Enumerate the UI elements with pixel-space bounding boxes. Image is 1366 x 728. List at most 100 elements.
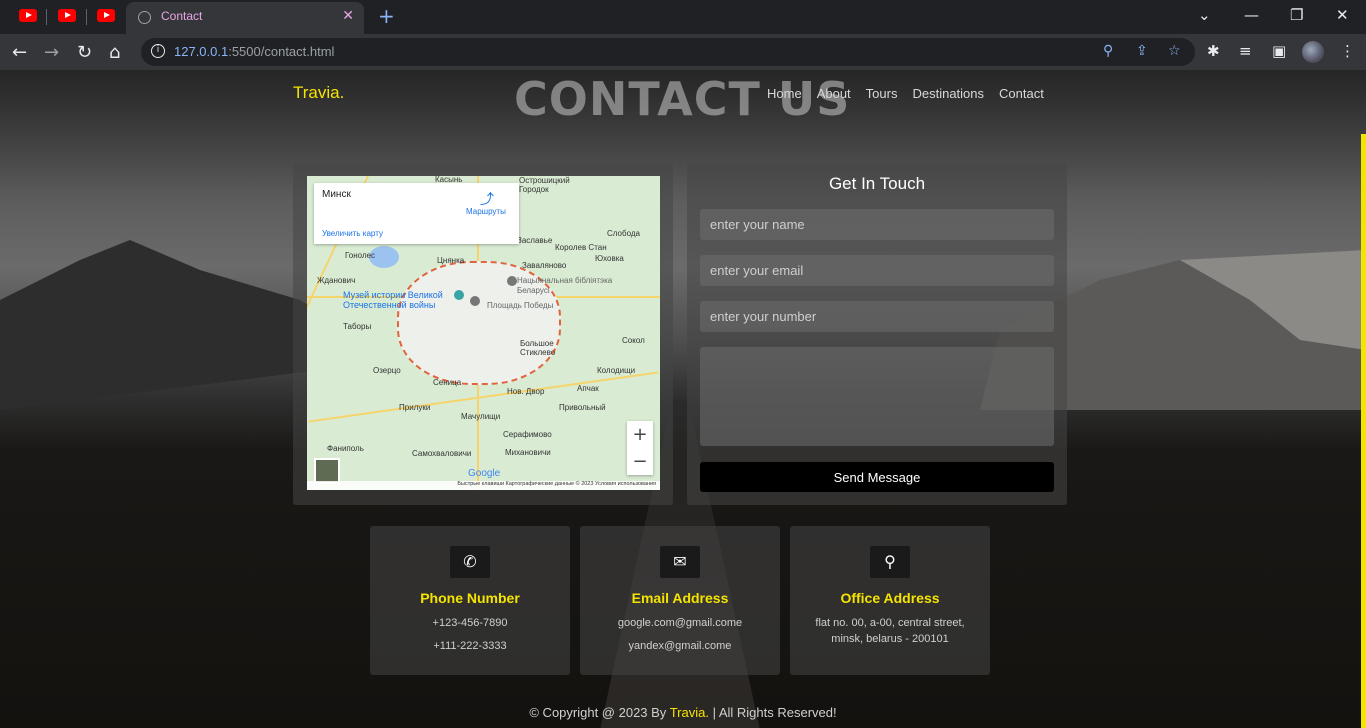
site-logo[interactable]: Travia. <box>293 83 344 103</box>
map-label: Сокол <box>622 336 645 345</box>
youtube-tab-icon[interactable] <box>58 9 76 22</box>
library-pin-icon[interactable] <box>507 276 517 286</box>
name-input[interactable] <box>700 209 1054 240</box>
map-label: Таборы <box>343 322 372 331</box>
close-window-icon[interactable]: ✕ <box>1336 6 1349 24</box>
map-label: Цнянка <box>437 256 465 265</box>
address-bar[interactable]: i 127.0.0.1:5500/contact.html ⚲ ⇪ ☆ <box>141 38 1195 66</box>
map-footer[interactable]: Быстрые клавиши Картографические данные … <box>307 481 660 490</box>
footer-copyright: © Copyright @ 2023 By <box>529 705 667 720</box>
message-textarea[interactable] <box>700 347 1054 446</box>
close-tab-icon[interactable]: ✕ <box>342 8 354 24</box>
restore-icon[interactable]: ❐ <box>1290 6 1303 24</box>
office-address-line-2: minsk, belarus - 200101 <box>831 633 949 645</box>
menu-icon[interactable]: ⋮ <box>1340 42 1355 60</box>
form-title: Get In Touch <box>828 174 926 193</box>
map-pin-icon: ⚲ <box>870 546 910 578</box>
page-viewport: CONTACT US Travia. Home About Tours Dest… <box>0 70 1366 728</box>
map-label: Озерцо <box>373 366 401 375</box>
map-label: Заваляново <box>522 261 567 270</box>
browser-toolbar: ← → ↻ ⌂ i 127.0.0.1:5500/contact.html ⚲ … <box>0 34 1366 70</box>
page-scrollbar[interactable] <box>1361 134 1366 728</box>
tab-title: Contact <box>161 9 203 23</box>
email-title: Email Address <box>631 590 729 606</box>
side-panel-icon[interactable]: ▣ <box>1272 42 1286 60</box>
tab-separator <box>46 9 47 25</box>
map-label: Сеница <box>433 378 462 387</box>
home-icon[interactable]: ⌂ <box>109 42 120 63</box>
site-info-icon[interactable]: i <box>151 44 165 58</box>
send-message-button[interactable]: Send Message <box>700 462 1054 492</box>
youtube-tab-icon[interactable] <box>19 9 37 22</box>
map-label: Колодищи <box>597 366 636 375</box>
number-input[interactable] <box>700 301 1054 332</box>
office-card: ⚲ Office Address flat no. 00, a-00, cent… <box>790 526 990 675</box>
email-card: ✉ Email Address google.com@gmail.come ya… <box>580 526 780 675</box>
museum-pin-icon[interactable] <box>454 290 464 300</box>
minimize-icon[interactable]: — <box>1244 6 1259 24</box>
reload-icon[interactable]: ↻ <box>77 42 92 63</box>
url-text[interactable]: 127.0.0.1:5500/contact.html <box>174 44 334 59</box>
map-card: Жданович Гонолес Цнянка Заславье Завалян… <box>293 163 673 505</box>
map-info-popup: Минск ⤴ Маршруты Увеличить карту <box>314 183 519 244</box>
embedded-map[interactable]: Жданович Гонолес Цнянка Заславье Завалян… <box>307 176 660 490</box>
nav-about[interactable]: About <box>817 86 851 101</box>
map-label: Музей истории Великой Отечественной войн… <box>343 290 443 310</box>
map-label: Нов. Двор <box>507 387 545 396</box>
phone-number-1[interactable]: +123-456-7890 <box>370 615 570 631</box>
email-input[interactable] <box>700 255 1054 286</box>
zoom-in-button[interactable]: + <box>627 421 653 448</box>
map-label: Гонолес <box>345 251 376 260</box>
tab-search-icon[interactable]: ⌄ <box>1198 6 1211 24</box>
share-icon[interactable]: ⇪ <box>1136 43 1148 59</box>
nav-home[interactable]: Home <box>767 86 802 101</box>
map-label: Нацыянальная бібліятэка Беларусі <box>517 276 613 295</box>
contact-form-card: Get In Touch Send Message <box>687 163 1067 505</box>
email-address-1[interactable]: google.com@gmail.come <box>580 615 780 631</box>
phone-icon: ✆ <box>450 546 490 578</box>
map-label: Жданович <box>317 276 356 285</box>
map-label: Фаниполь <box>327 444 364 453</box>
map-label: Юховка <box>595 254 624 263</box>
nav-contact[interactable]: Contact <box>999 86 1044 101</box>
zoom-out-button[interactable]: − <box>627 448 653 475</box>
office-title: Office Address <box>840 590 940 606</box>
enlarge-map-link[interactable]: Увеличить карту <box>322 229 383 238</box>
map-label: Слобода <box>607 229 640 238</box>
envelope-icon: ✉ <box>660 546 700 578</box>
phone-title: Phone Number <box>420 590 520 606</box>
new-tab-icon[interactable]: + <box>378 4 395 28</box>
phone-number-2[interactable]: +111-222-3333 <box>370 638 570 654</box>
footer-brand[interactable]: Travia. <box>670 705 709 720</box>
media-control-icon[interactable]: ≡ <box>1239 42 1252 60</box>
nav-tours[interactable]: Tours <box>866 86 898 101</box>
bookmark-star-icon[interactable]: ☆ <box>1168 43 1181 59</box>
office-address-line-1: flat no. 00, a-00, central street, <box>815 617 965 629</box>
map-label: Королев Стан <box>555 243 607 252</box>
map-label: Мачулищи <box>461 412 501 421</box>
main-nav: Home About Tours Destinations Contact <box>767 86 1044 101</box>
browser-tab-bar: Contact ✕ + ⌄ — ❐ ✕ <box>0 0 1366 34</box>
map-label: Самохваловичи <box>412 449 472 458</box>
forward-icon[interactable]: → <box>44 42 59 63</box>
map-label: Острошицкий Городок <box>519 176 570 194</box>
map-label: Заславье <box>517 236 553 245</box>
map-label: Прилуки <box>399 403 431 412</box>
globe-icon <box>138 11 151 24</box>
phone-card: ✆ Phone Number +123-456-7890 +111-222-33… <box>370 526 570 675</box>
email-address-2[interactable]: yandex@gmail.come <box>580 638 780 654</box>
tab-contact[interactable]: Contact ✕ <box>126 2 364 34</box>
youtube-tab-icon[interactable] <box>97 9 115 22</box>
back-icon[interactable]: ← <box>12 42 27 63</box>
directions-link[interactable]: Маршруты <box>466 207 506 216</box>
location-pin-icon[interactable] <box>470 296 480 306</box>
nav-destinations[interactable]: Destinations <box>912 86 984 101</box>
url-path: :5500/contact.html <box>228 44 335 59</box>
map-label: Михановичи <box>505 448 551 457</box>
directions-icon[interactable]: ⤴ <box>480 189 494 209</box>
zoom-icon[interactable]: ⚲ <box>1103 43 1113 59</box>
profile-avatar[interactable] <box>1302 41 1324 63</box>
map-label: Привольный <box>559 403 606 412</box>
mountain-background <box>0 240 1366 410</box>
extensions-icon[interactable]: ✱ <box>1207 42 1220 60</box>
